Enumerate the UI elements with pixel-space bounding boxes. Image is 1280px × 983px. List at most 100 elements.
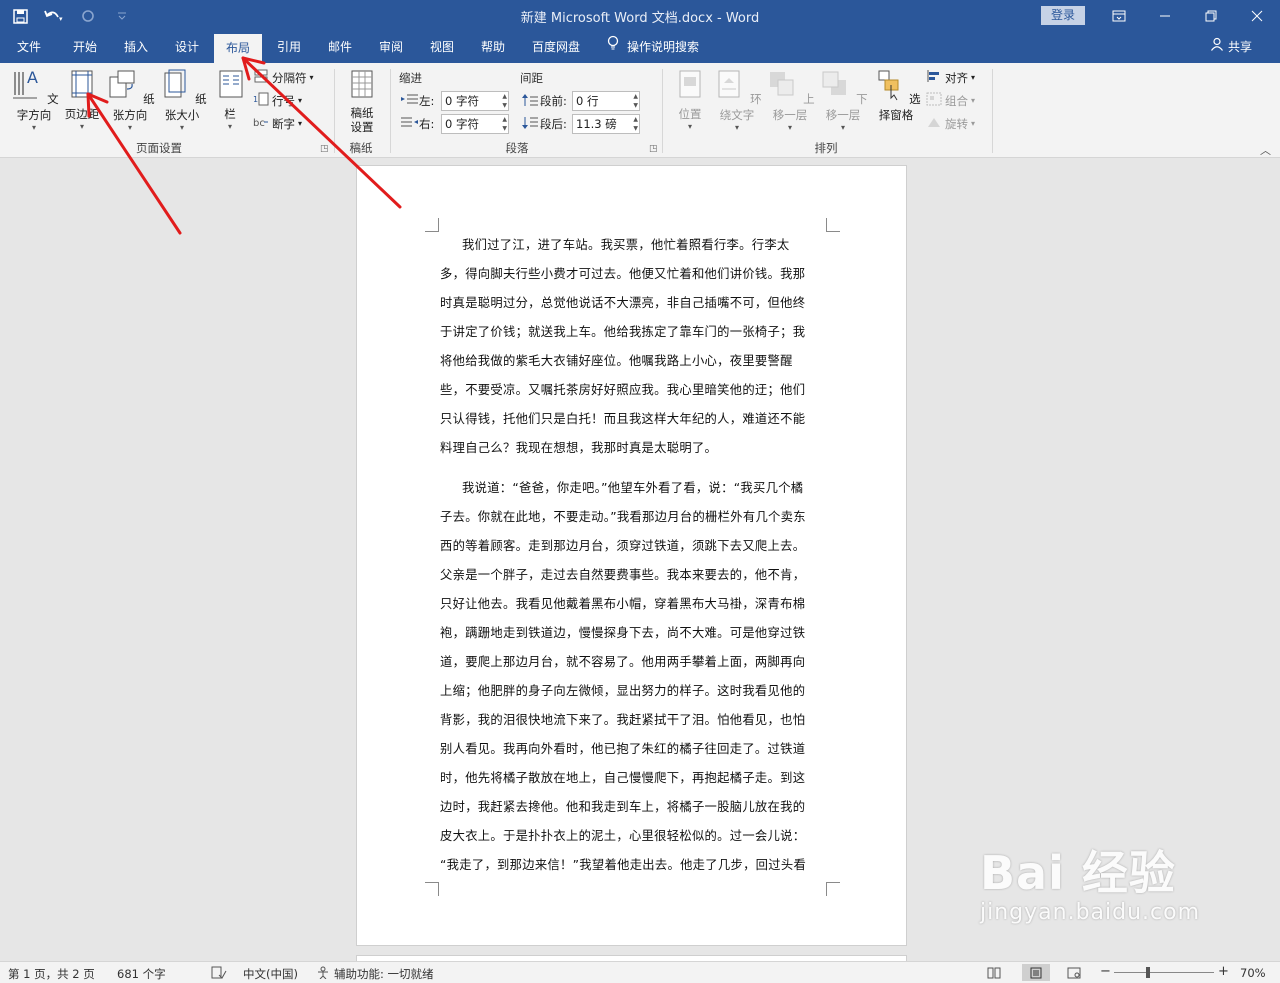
- text-line: 上缩；他肥胖的身子向左微倾，显出努力的样子。这时我看见他的: [440, 684, 806, 698]
- group-objects-icon: [926, 92, 942, 109]
- margins-label: 页边距: [64, 107, 100, 121]
- tab-baidu-netdisk[interactable]: 百度网盘: [526, 32, 586, 63]
- chevron-down-icon: ▾: [734, 123, 739, 132]
- text-line: 我们过了江，进了车站。我买票，他忙着照看行李。行李太: [462, 238, 790, 252]
- send-backward-button[interactable]: 下移一层 ▾: [817, 67, 869, 133]
- line-numbers-button[interactable]: 1 行号 ▾: [253, 92, 302, 109]
- document-page[interactable]: 我们过了江，进了车站。我买票，他忙着照看行李。行李太 多，得向脚夫行些小费才可过…: [356, 165, 907, 946]
- text-direction-button[interactable]: A 文字方向 ▾: [8, 67, 60, 133]
- paragraph-2[interactable]: 我说道：“爸爸，你走吧。”他望车外看了看，说：“我买几个橘 子去。你就在此地，不…: [440, 474, 826, 880]
- spinner-arrows-icon[interactable]: ▲ ▼: [633, 115, 638, 133]
- restore-icon[interactable]: [1188, 4, 1234, 28]
- accessibility-icon: [316, 966, 330, 982]
- text-line: 料理自己么？我现在想想，我那时真是太聪明了。: [440, 441, 718, 455]
- text-line: 时，他先将橘子散放在地上，自己慢慢爬下，再抱起橘子走。到这: [440, 771, 806, 785]
- accessibility-status[interactable]: 辅助功能: 一切就绪: [334, 966, 434, 982]
- spacing-after-field[interactable]: 段后: 11.3 磅 ▲ ▼: [522, 114, 640, 134]
- print-layout-icon[interactable]: [1022, 964, 1050, 981]
- paragraph-1[interactable]: 我们过了江，进了车站。我买票，他忙着照看行李。行李太 多，得向脚夫行些小费才可过…: [440, 231, 826, 463]
- tab-insert[interactable]: 插入: [113, 32, 159, 63]
- rotate-button[interactable]: 旋转 ▾: [926, 115, 975, 132]
- collapse-ribbon-icon[interactable]: ︿: [1260, 142, 1271, 158]
- proofing-icon[interactable]: [211, 966, 227, 982]
- bring-forward-button[interactable]: 上移一层 ▾: [764, 67, 816, 133]
- login-button[interactable]: 登录: [1041, 6, 1085, 25]
- columns-button[interactable]: 栏 ▾: [214, 67, 246, 132]
- tab-home[interactable]: 开始: [62, 32, 108, 63]
- share-label: 共享: [1228, 40, 1253, 54]
- selection-pane-button[interactable]: 选择窗格: [870, 67, 922, 123]
- spacing-before-field[interactable]: 段前: 0 行 ▲ ▼: [522, 91, 640, 111]
- tab-file[interactable]: 文件: [6, 32, 52, 63]
- crop-mark: [425, 218, 439, 232]
- text-line: “我走了，到那边来信！”我望着他走出去。他走了几步，回过头看: [440, 858, 807, 872]
- text-direction-icon: A: [13, 68, 38, 99]
- wrap-text-icon: [718, 70, 740, 98]
- spinner-arrows-icon[interactable]: ▲ ▼: [502, 115, 507, 133]
- web-layout-icon[interactable]: [1063, 964, 1085, 981]
- indent-right-field[interactable]: 右: 0 字符 ▲ ▼: [401, 114, 509, 134]
- spacing-title: 间距: [520, 71, 543, 85]
- group-button[interactable]: 组合 ▾: [926, 92, 975, 109]
- text-line: 于讲定了价钱；就送我上车。他给我拣定了靠车门的一张椅子；我: [440, 325, 806, 339]
- tab-mailings[interactable]: 邮件: [317, 32, 363, 63]
- tab-references[interactable]: 引用: [266, 32, 312, 63]
- spinner-arrows-icon[interactable]: ▲ ▼: [633, 92, 638, 110]
- watermark-brand: Bai 经验: [980, 846, 1176, 900]
- spinner-arrows-icon[interactable]: ▲ ▼: [502, 92, 507, 110]
- text-line: 袍，蹒跚地走到铁道边，慢慢探身下去，尚不大难。可是他穿过铁: [440, 626, 806, 640]
- tell-me-search[interactable]: 操作说明搜索: [607, 32, 699, 63]
- zoom-level[interactable]: 70%: [1240, 966, 1266, 980]
- indent-title: 缩进: [399, 71, 422, 85]
- manuscript-settings-button[interactable]: 稿纸 设置: [342, 67, 382, 134]
- spacing-before-input[interactable]: 0 行 ▲ ▼: [572, 91, 640, 111]
- tab-layout[interactable]: 布局: [214, 34, 262, 63]
- indent-left-label: 左:: [419, 94, 435, 108]
- spacing-after-input[interactable]: 11.3 磅 ▲ ▼: [572, 114, 640, 134]
- align-button[interactable]: 对齐 ▾: [926, 69, 975, 86]
- indent-right-input[interactable]: 0 字符 ▲ ▼: [441, 114, 509, 134]
- tab-design[interactable]: 设计: [164, 32, 210, 63]
- word-count[interactable]: 681 个字: [117, 966, 166, 982]
- page-count[interactable]: 第 1 页，共 2 页: [8, 966, 95, 982]
- language-status[interactable]: 中文(中国): [243, 966, 298, 982]
- close-icon[interactable]: [1234, 4, 1280, 28]
- zoom-out-button[interactable]: −: [1100, 964, 1111, 979]
- watermark-url: jingyan.baidu.com: [980, 900, 1201, 925]
- tab-help[interactable]: 帮助: [470, 32, 516, 63]
- size-button[interactable]: 纸张大小 ▾: [156, 67, 208, 133]
- margins-button[interactable]: 页边距 ▾: [62, 67, 102, 132]
- tab-view[interactable]: 视图: [419, 32, 465, 63]
- wrap-text-button[interactable]: 环绕文字 ▾: [711, 67, 763, 133]
- zoom-slider-thumb[interactable]: [1146, 967, 1150, 978]
- indent-left-field[interactable]: 左: 0 字符 ▲ ▼: [401, 91, 509, 111]
- position-label: 位置: [678, 107, 702, 121]
- breaks-button[interactable]: 分隔符 ▾: [253, 69, 314, 86]
- text-line: 多，得向脚夫行些小费才可过去。他便又忙着和他们讲价钱。我那: [440, 267, 806, 281]
- ribbon-layout: A 文字方向 ▾ 页边距 ▾ 纸张方向 ▾ 纸张大小 ▾ 栏 ▾ 分隔符 ▾ 1 …: [0, 63, 1280, 158]
- rotate-icon: [926, 115, 942, 132]
- text-line: 将他给我做的紫毛大衣铺好座位。他嘱我路上小心，夜里要警醒: [440, 354, 793, 368]
- share-button[interactable]: 共享: [1210, 32, 1252, 63]
- crop-mark: [425, 882, 439, 896]
- columns-icon: [219, 70, 243, 98]
- paragraph-launcher-icon[interactable]: ◳: [649, 144, 658, 154]
- ribbon-display-options-icon[interactable]: [1096, 4, 1142, 28]
- tab-review[interactable]: 审阅: [368, 32, 414, 63]
- read-mode-icon[interactable]: [983, 964, 1005, 981]
- margins-icon: [71, 70, 93, 98]
- text-line: 西的等着顾客。走到那边月台，须穿过铁道，须跳下去又爬上去。: [440, 539, 806, 553]
- position-button[interactable]: 位置 ▾: [670, 67, 710, 132]
- ribbon-tab-bar: 文件 开始 插入 设计 布局 引用 邮件 审阅 视图 帮助 百度网盘 操作说明搜…: [0, 32, 1280, 63]
- minimize-icon[interactable]: [1142, 4, 1188, 28]
- chevron-down-icon: ▾: [127, 123, 132, 132]
- indent-left-input[interactable]: 0 字符 ▲ ▼: [441, 91, 509, 111]
- page-setup-launcher-icon[interactable]: ◳: [320, 144, 329, 154]
- hyphenation-button[interactable]: bc 断字 ▾: [253, 115, 302, 132]
- orientation-button[interactable]: 纸张方向 ▾: [104, 67, 156, 133]
- zoom-slider-track[interactable]: [1114, 972, 1214, 973]
- text-line: 道，要爬上那边月台，就不容易了。他用两手攀着上面，两脚再向: [440, 655, 806, 669]
- svg-text:A: A: [27, 68, 38, 87]
- document-title: 新建 Microsoft Word 文档.docx - Word: [520, 11, 760, 26]
- zoom-in-button[interactable]: +: [1218, 964, 1229, 979]
